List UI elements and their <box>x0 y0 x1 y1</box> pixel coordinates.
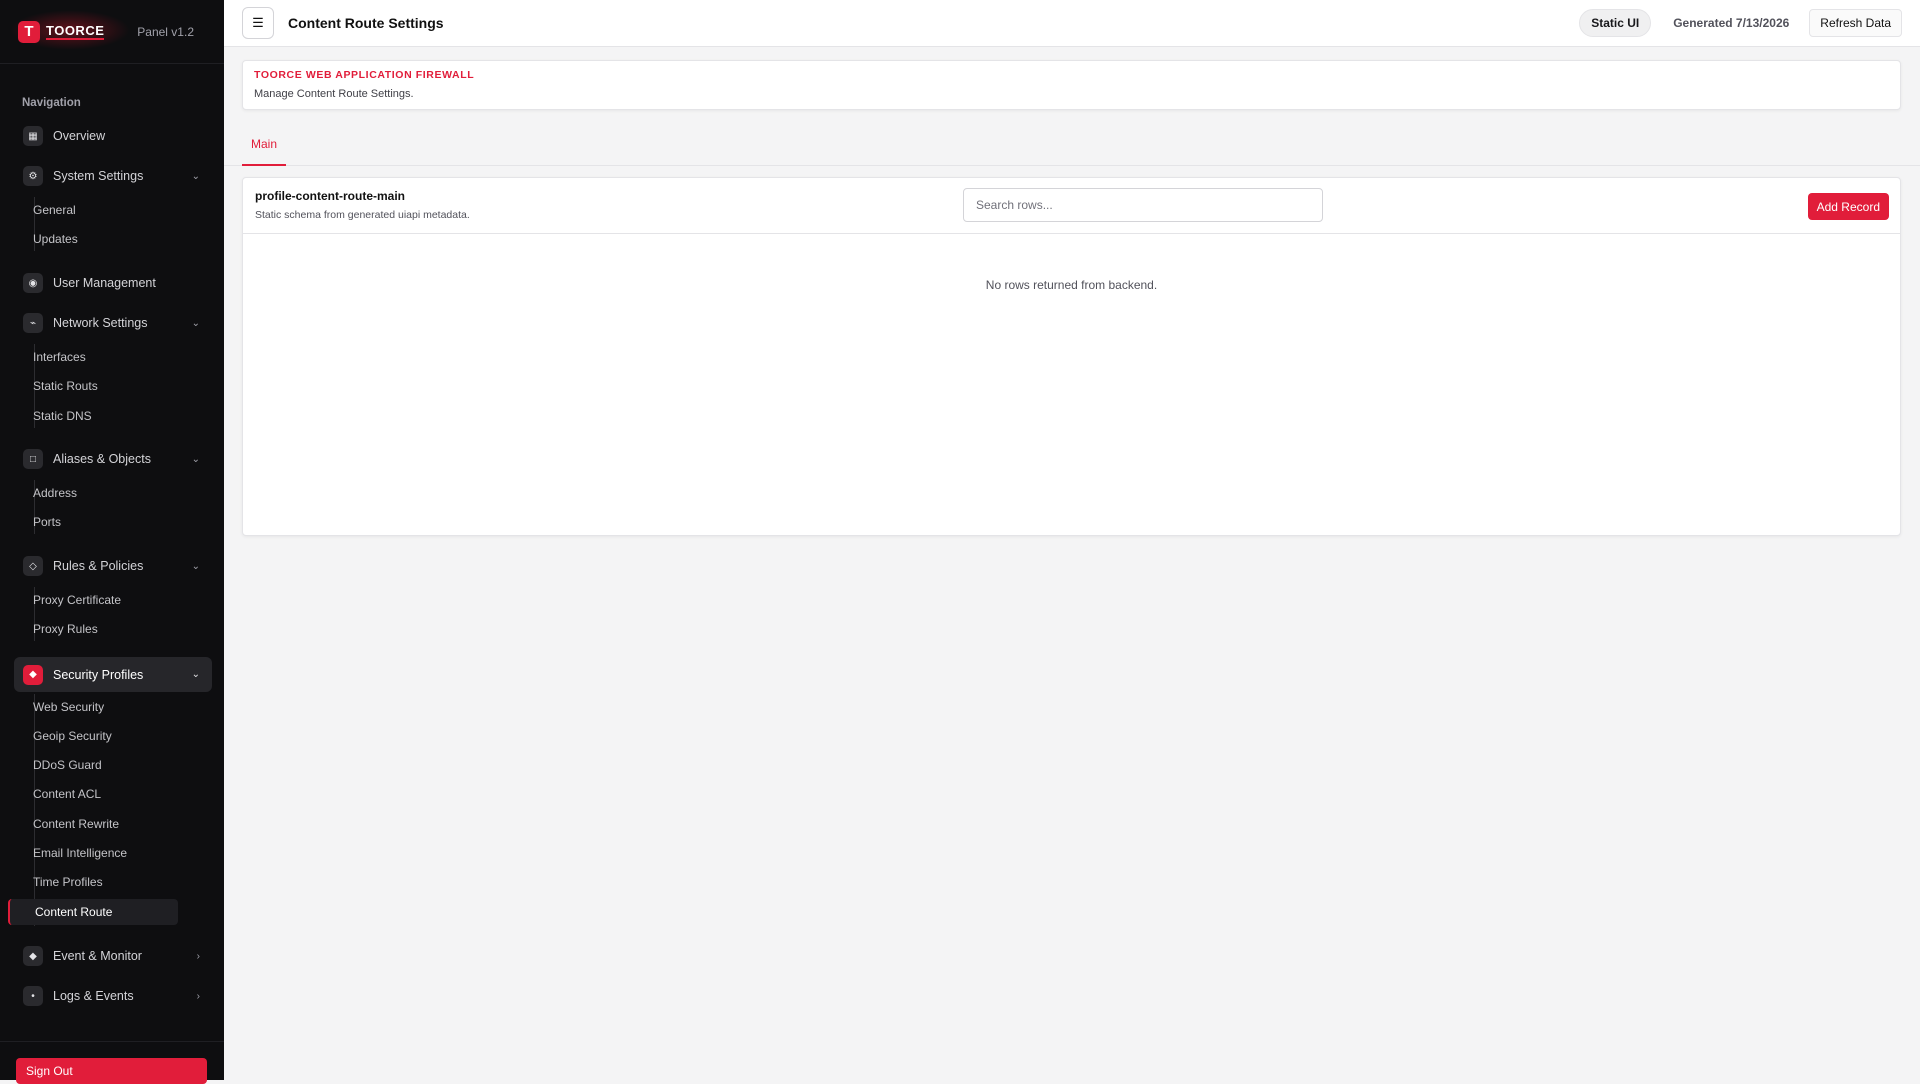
refresh-data-button[interactable]: Refresh Data <box>1809 9 1902 37</box>
generated-date: Generated 7/13/2026 <box>1673 16 1790 30</box>
sign-out-button[interactable]: Sign Out <box>16 1058 207 1084</box>
sub-item-proxy-rules[interactable]: Proxy Rules <box>0 616 178 642</box>
sub-item-proxy-certificate[interactable]: Proxy Certificate <box>0 587 178 613</box>
chevron-down-icon: ⌄ <box>191 317 200 329</box>
header-title: TOORCE WEB APPLICATION FIREWALL <box>254 69 475 81</box>
nav-item-label: System Settings <box>53 169 144 183</box>
page-title: Content Route Settings <box>288 15 444 31</box>
sub-item-ddos-guard[interactable]: DDoS Guard <box>0 752 178 778</box>
table-card: profile-content-route-main Static schema… <box>242 177 1901 536</box>
sidebar: T TOORCE Panel v1.2 Navigation ▦ Overvie… <box>0 0 224 1084</box>
monitor-icon: ◆ <box>23 946 43 966</box>
nav-item-label: Rules & Policies <box>53 559 144 573</box>
diamond-icon: ◇ <box>23 556 43 576</box>
sub-item-interfaces[interactable]: Interfaces <box>0 344 178 370</box>
table-header: profile-content-route-main Static schema… <box>243 178 1900 234</box>
nav-item-logs-events[interactable]: • Logs & Events › <box>14 980 212 1012</box>
search-input[interactable] <box>963 188 1323 222</box>
nav-title: Navigation <box>22 97 81 109</box>
chevron-right-icon: › <box>196 950 200 962</box>
sub-item-static-routs[interactable]: Static Routs <box>0 373 178 399</box>
nav-item-label: Event & Monitor <box>53 949 142 963</box>
panel-version: Panel v1.2 <box>137 24 194 39</box>
sub-item-geoip-security[interactable]: Geoip Security <box>0 723 178 749</box>
table-name: profile-content-route-main <box>255 189 405 203</box>
chevron-right-icon: › <box>196 990 200 1002</box>
nav-item-system-settings[interactable]: ⚙ System Settings ⌄ <box>14 160 212 192</box>
nav-item-network-settings[interactable]: ⌁ Network Settings ⌄ <box>14 307 212 339</box>
nav-item-label: Overview <box>53 129 106 143</box>
network-icon: ⌁ <box>23 313 43 333</box>
user-icon: ◉ <box>23 273 43 293</box>
nav-item-label: Network Settings <box>53 316 148 330</box>
tab-bar: Main <box>224 126 1920 166</box>
nav-item-label: Security Profiles <box>53 667 144 682</box>
sub-item-static-dns[interactable]: Static DNS <box>0 403 178 429</box>
nav-item-rules-policies[interactable]: ◇ Rules & Policies ⌄ <box>14 550 212 582</box>
chevron-down-icon: ⌄ <box>191 453 200 465</box>
sub-item-content-rewrite[interactable]: Content Rewrite <box>0 811 178 837</box>
nav-item-overview[interactable]: ▦ Overview <box>14 120 212 152</box>
sub-item-content-route[interactable]: Content Route <box>8 899 178 925</box>
nav-item-label: Aliases & Objects <box>53 452 151 466</box>
nav-item-user-management[interactable]: ◉ User Management <box>14 267 212 299</box>
sub-item-time-profiles[interactable]: Time Profiles <box>0 869 178 895</box>
topbar: ☰ Content Route Settings Static UI Gener… <box>224 0 1920 47</box>
nav-item-label: User Management <box>53 276 156 290</box>
logo-icon: T <box>18 20 40 43</box>
log-icon: • <box>23 986 43 1006</box>
chevron-down-icon: ⌄ <box>191 170 200 182</box>
sub-item-ports[interactable]: Ports <box>0 509 178 535</box>
header-card: TOORCE WEB APPLICATION FIREWALL Manage C… <box>242 60 1901 110</box>
topbar-actions: Static UI Generated 7/13/2026 Refresh Da… <box>1579 9 1902 37</box>
mode-badge: Static UI <box>1579 9 1652 37</box>
nav-item-label: Logs & Events <box>53 989 134 1003</box>
table-description: Static schema from generated uiapi metad… <box>255 209 470 221</box>
chevron-down-icon: ⌄ <box>191 669 200 680</box>
brand-name: TOORCE <box>46 22 105 40</box>
header-subtitle: Manage Content Route Settings. <box>254 88 414 100</box>
empty-state-text: No rows returned from backend. <box>985 278 1158 292</box>
brand: T TOORCE Panel v1.2 <box>0 0 224 64</box>
nav-item-aliases-objects[interactable]: □ Aliases & Objects ⌄ <box>14 443 212 475</box>
sidebar-divider <box>0 1041 224 1042</box>
add-record-button[interactable]: Add Record <box>1807 193 1889 220</box>
menu-toggle-button[interactable]: ☰ <box>242 7 274 39</box>
tab-main[interactable]: Main <box>242 126 287 166</box>
shield-icon: ◆ <box>23 664 43 685</box>
grid-icon: ▦ <box>23 126 43 146</box>
hamburger-icon: ☰ <box>252 15 264 30</box>
box-icon: □ <box>23 449 43 469</box>
sub-item-web-security[interactable]: Web Security <box>0 694 178 720</box>
sub-item-email-intelligence[interactable]: Email Intelligence <box>0 840 178 866</box>
sub-item-updates[interactable]: Updates <box>0 226 178 252</box>
nav-item-event-monitor[interactable]: ◆ Event & Monitor › <box>14 940 212 972</box>
sub-item-content-acl[interactable]: Content ACL <box>0 781 178 807</box>
gear-icon: ⚙ <box>23 166 43 186</box>
chevron-down-icon: ⌄ <box>191 560 200 572</box>
sub-item-address[interactable]: Address <box>0 480 178 506</box>
sub-item-general[interactable]: General <box>0 197 178 223</box>
nav-item-security-profiles[interactable]: ◆ Security Profiles ⌄ <box>14 657 212 692</box>
